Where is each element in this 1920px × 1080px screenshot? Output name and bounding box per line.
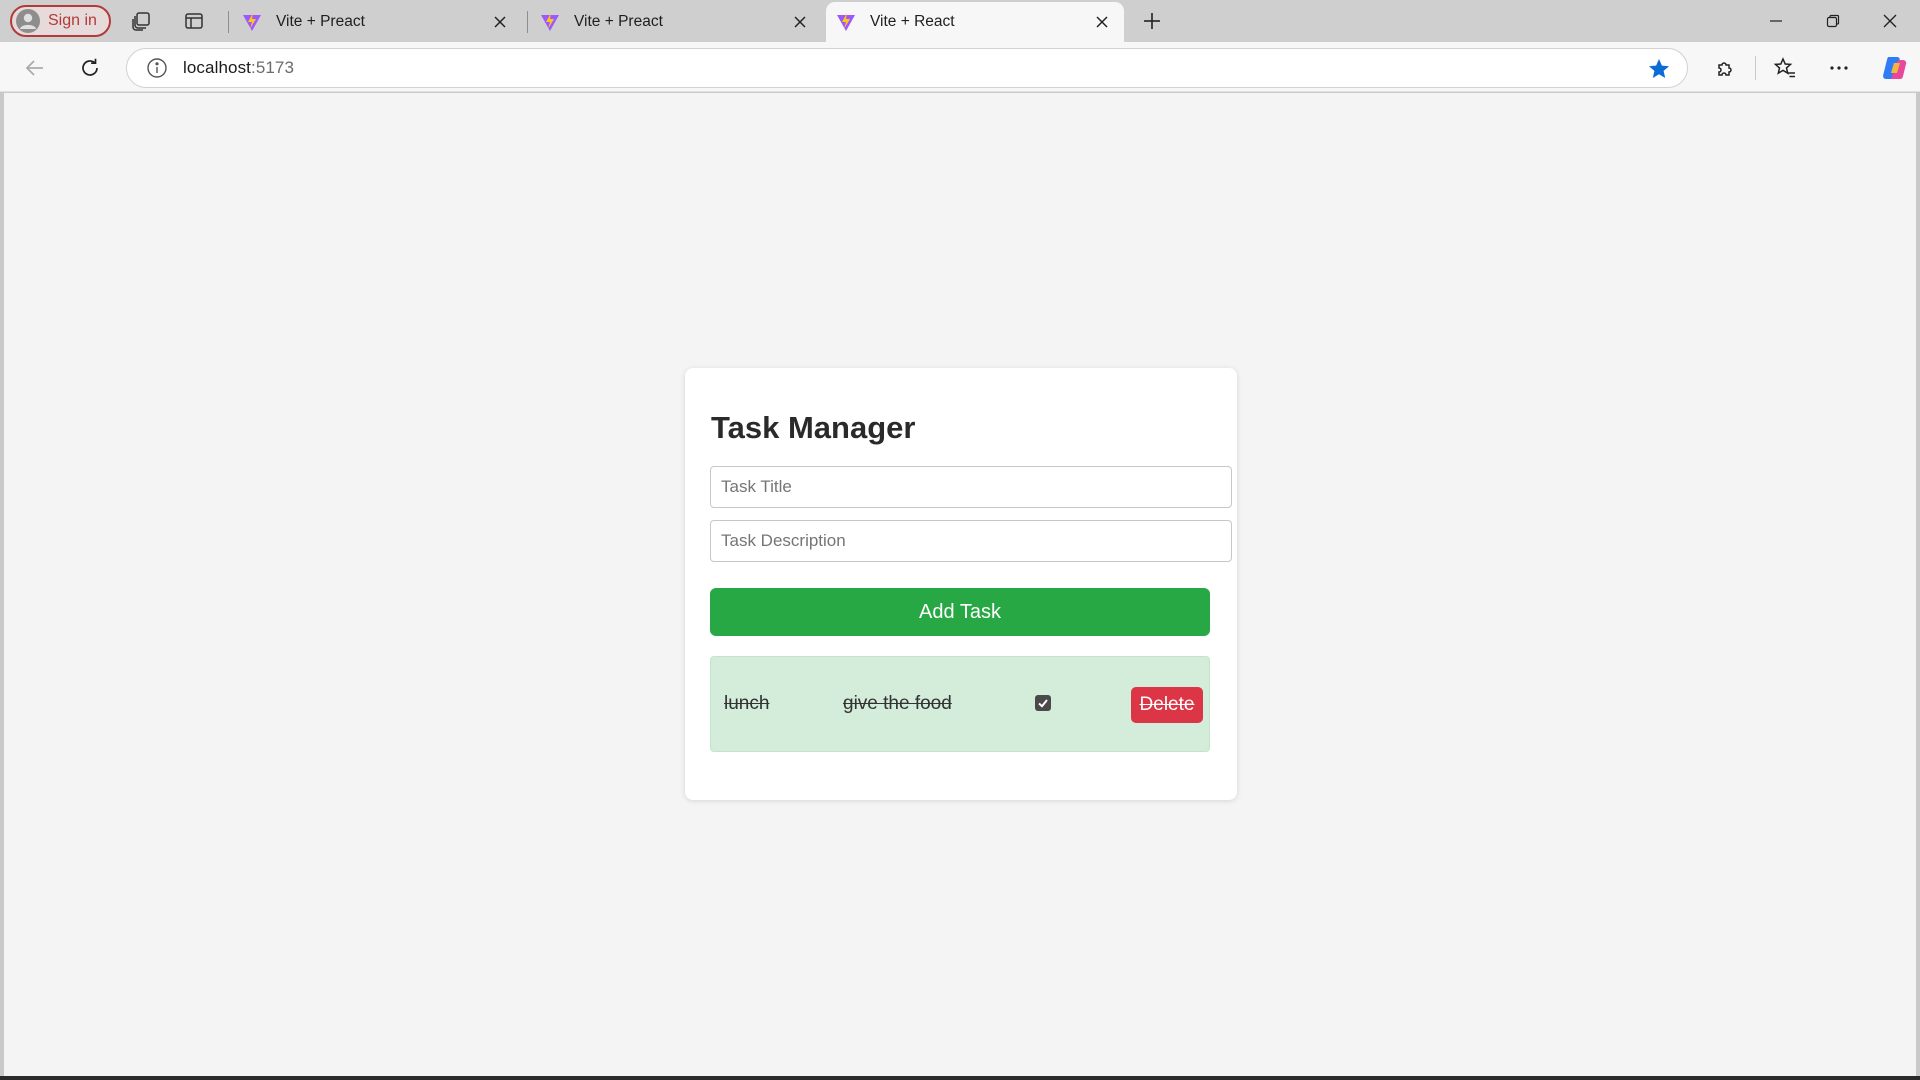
page-viewport: Task Manager Add Task lunch give the foo… [4,93,1916,1076]
window-bottom-border [0,1076,1920,1080]
extensions-button[interactable] [1708,51,1742,85]
minimize-icon [1769,14,1783,28]
task-description: give the food [843,693,952,714]
url-host: localhost [183,58,251,77]
vite-icon [242,12,262,32]
sign-in-label: Sign in [48,12,97,29]
tab-vite-preact-1[interactable]: Vite + Preact [232,2,522,42]
restore-icon [1826,14,1840,28]
close-icon[interactable] [490,12,510,32]
task-completed-checkbox[interactable] [1035,695,1051,711]
browser-toolbar: localhost:5173 [0,42,1920,92]
tab-vite-preact-2[interactable]: Vite + Preact [530,2,822,42]
sign-in-button[interactable]: Sign in [10,5,111,37]
task-title-input[interactable] [710,466,1232,508]
plus-icon [1142,11,1162,31]
minimize-button[interactable] [1748,0,1804,42]
url-text: localhost:5173 [183,58,294,78]
task-description-input[interactable] [710,520,1232,562]
address-bar[interactable]: localhost:5173 [126,48,1688,88]
settings-more-button[interactable] [1822,51,1856,85]
vite-icon [836,12,856,32]
task-title: lunch [724,693,770,714]
restore-button[interactable] [1805,0,1861,42]
tab-title: Vite + Preact [276,13,365,30]
tab-strip: Sign in Vite + Preact Vite + Preact Vite… [0,0,1920,42]
favorites-list-icon [1773,56,1797,80]
tab-vite-react[interactable]: Vite + React [826,2,1124,42]
tab-title: Vite + React [870,13,955,30]
new-tab-button[interactable] [1137,7,1167,35]
favorite-star-icon[interactable] [1647,57,1671,81]
close-icon[interactable] [1092,12,1112,32]
back-arrow-icon [24,57,46,79]
copilot-button[interactable] [1877,51,1911,85]
back-button[interactable] [19,52,51,84]
more-icon [1828,57,1850,79]
add-task-button[interactable]: Add Task [710,588,1210,636]
site-info-icon[interactable] [146,57,168,79]
delete-task-button[interactable]: Delete [1131,687,1203,723]
refresh-icon [79,57,101,79]
workspaces-button[interactable] [126,7,156,35]
task-list-item: lunch give the food Delete [710,656,1210,752]
task-manager-card: Task Manager Add Task lunch give the foo… [685,368,1237,800]
toolbar-separator [1755,56,1756,80]
extensions-puzzle-icon [1714,57,1736,79]
workspaces-icon [130,10,152,32]
close-icon [1882,13,1898,29]
tab-actions-button[interactable] [179,7,209,35]
profile-icon [16,9,40,33]
refresh-button[interactable] [74,52,106,84]
page-title: Task Manager [711,410,916,445]
url-port: :5173 [251,58,295,77]
tab-actions-icon [184,11,204,31]
close-window-button[interactable] [1862,0,1918,42]
close-icon[interactable] [790,12,810,32]
tab-title: Vite + Preact [574,13,663,30]
tab-separator [228,11,229,33]
copilot-icon [1880,54,1908,82]
tab-separator [527,11,528,33]
favorites-button[interactable] [1768,51,1802,85]
vite-icon [540,12,560,32]
